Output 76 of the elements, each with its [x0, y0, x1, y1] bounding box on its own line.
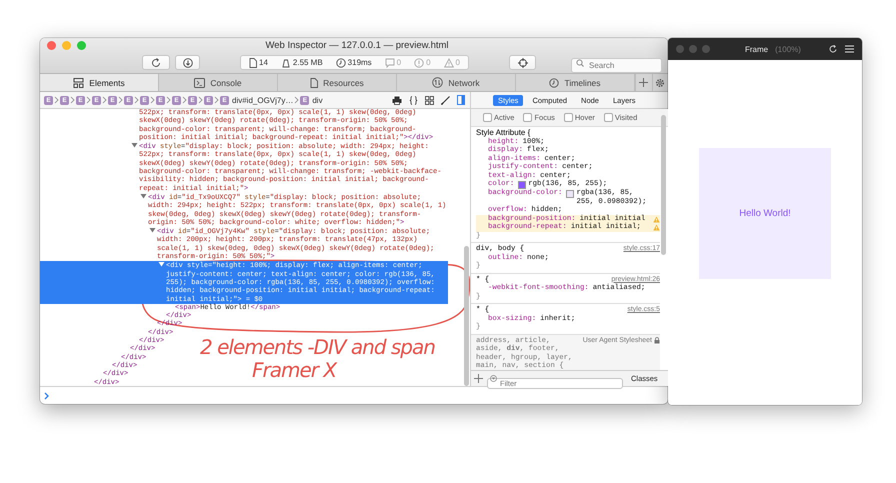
scrollbar[interactable]: [661, 115, 666, 255]
preview-element: Hello World!: [699, 148, 831, 279]
tab[interactable]: Network: [397, 74, 516, 91]
add-icon[interactable]: [639, 78, 648, 87]
clock-icon: [336, 58, 346, 68]
stat-label: 0: [396, 58, 402, 67]
chevron-icon: [54, 96, 59, 104]
download-icon: [182, 58, 192, 68]
reload-button[interactable]: [142, 55, 170, 70]
console-icon: [194, 78, 206, 88]
disclosure-triangle-icon[interactable]: [139, 192, 148, 199]
prompt-icon: [44, 392, 50, 400]
settings-icon[interactable]: [655, 78, 666, 88]
checkbox[interactable]: [523, 113, 532, 122]
brush-icon[interactable]: [441, 96, 450, 104]
rule-selector: Style Attribute {: [476, 129, 530, 138]
clock-icon: [549, 78, 560, 88]
checkbox[interactable]: [604, 113, 613, 122]
filter-icon: [490, 375, 497, 382]
warning-icon: [653, 224, 660, 231]
chevron-icon: [134, 96, 139, 104]
chevron-icon: [150, 96, 155, 104]
network-icon: [432, 77, 444, 88]
disclosure-triangle-icon[interactable]: [157, 261, 166, 268]
disclosure-triangle-icon[interactable]: [130, 142, 139, 148]
chevron-icon: [102, 96, 107, 104]
reload-icon[interactable]: [829, 45, 837, 53]
chevron-icon: [118, 96, 123, 104]
window-title: Web Inspector — 127.0.0.1 — preview.html: [264, 40, 450, 50]
chevron-icon: [214, 96, 219, 104]
error-icon: [414, 58, 424, 68]
checkbox[interactable]: [564, 113, 573, 122]
stat-label: 0: [456, 58, 460, 67]
stat-label: 0: [426, 58, 431, 67]
elements-icon: [73, 78, 84, 88]
scrollbar[interactable]: [464, 246, 469, 386]
zoom-level: (100%): [775, 44, 801, 54]
grid-icon[interactable]: [425, 96, 434, 104]
color-swatch[interactable]: [566, 190, 574, 198]
stat-label: 2.55 MB: [292, 58, 323, 67]
chevron-icon: [294, 96, 300, 104]
tab[interactable]: Elements: [40, 74, 159, 91]
handwritten-note: 2 elements -DIV and span: [200, 336, 435, 359]
search-icon: [576, 58, 585, 66]
close-button[interactable]: [47, 40, 56, 50]
handwritten-note: Framer X: [252, 359, 336, 382]
window-title: Frame: [745, 44, 768, 54]
reload-icon: [151, 58, 161, 68]
speech-bubble-icon: [384, 58, 395, 68]
add-icon[interactable]: [474, 374, 483, 383]
search-field[interactable]: Search: [571, 58, 662, 73]
checkbox[interactable]: [483, 113, 492, 122]
chevron-icon: [86, 96, 91, 104]
tab[interactable]: Timelines: [516, 74, 635, 91]
stat-label: 14: [259, 58, 268, 67]
sidebar-icon[interactable]: [457, 95, 465, 105]
braces-icon[interactable]: [409, 96, 418, 104]
document-icon: [249, 58, 257, 68]
color-swatch[interactable]: [518, 181, 526, 189]
crosshair-button[interactable]: [509, 55, 536, 70]
chevron-icon: [182, 96, 187, 104]
download-button[interactable]: [175, 55, 200, 70]
menu-icon[interactable]: [845, 45, 854, 53]
chevron-icon: [70, 96, 75, 104]
crosshair-icon: [518, 58, 528, 68]
warning-icon: [444, 58, 454, 68]
disclosure-triangle-icon[interactable]: [148, 227, 157, 234]
chevron-icon: [198, 96, 203, 104]
selected-row[interactable]: [40, 261, 448, 304]
tab[interactable]: Resources: [278, 74, 397, 91]
warning-icon: [653, 216, 660, 222]
tab[interactable]: Console: [159, 74, 278, 91]
printer-icon[interactable]: [392, 96, 402, 104]
chevron-icon: [166, 96, 171, 104]
document-icon: [310, 78, 318, 88]
stat-label: 319ms: [348, 58, 372, 67]
